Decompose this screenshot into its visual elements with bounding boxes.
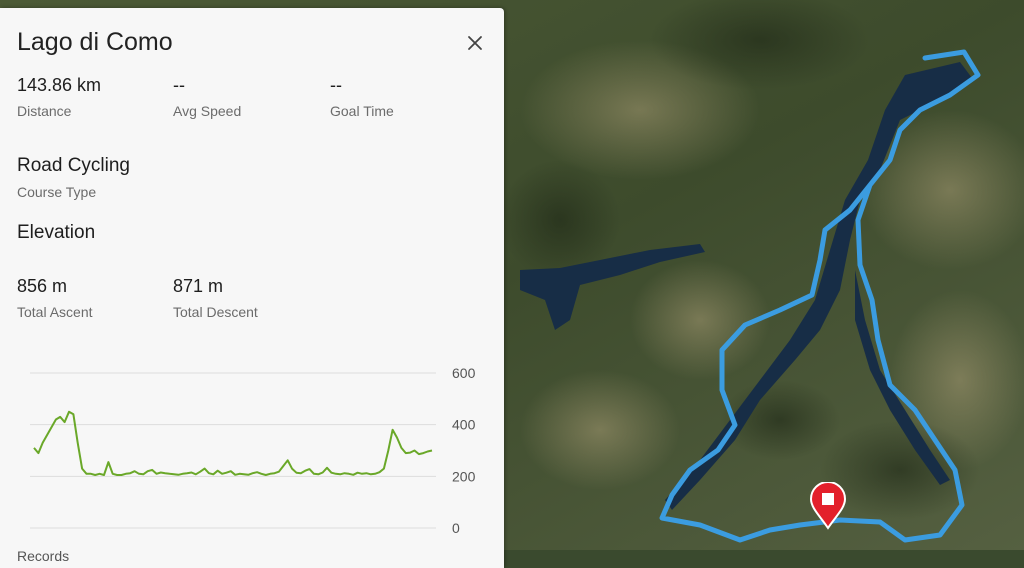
y-tick-label: 200 [452,468,476,484]
course-type-label: Course Type [17,184,97,200]
avg-speed-label: Avg Speed [173,103,242,119]
goal-time-value: -- [330,75,342,95]
goal-time-stat: -- Goal Time [330,75,394,119]
total-descent-label: Total Descent [173,304,258,320]
records-label: Records [17,548,70,564]
total-ascent-label: Total Ascent [17,304,93,320]
elevation-chart[interactable]: 600 400 200 0 [0,353,504,538]
course-detail-panel: Lago di Como 143.86 km Distance -- Avg S… [0,8,504,568]
total-ascent-value: 856 m [17,276,68,296]
elevation-series-line [33,410,433,476]
avg-speed-stat: -- Avg Speed [173,75,241,119]
distance-value: 143.86 km [17,75,102,95]
total-ascent-stat: 856 m Total Ascent [17,276,93,320]
course-title: Lago di Como [17,28,173,56]
distance-stat: 143.86 km Distance [17,75,101,119]
distance-label: Distance [17,103,72,119]
course-type-value: Road Cycling [17,155,130,176]
total-descent-stat: 871 m Total Descent [173,276,258,320]
route-end-marker-icon[interactable] [808,482,848,530]
avg-speed-value: -- [173,75,185,95]
total-descent-value: 871 m [173,276,224,296]
y-tick-label: 0 [452,520,460,536]
elevation-heading: Elevation [17,222,96,243]
close-icon[interactable] [464,32,486,54]
course-type-stat: Road Cycling Course Type [17,155,130,200]
goal-time-label: Goal Time [330,103,394,119]
y-tick-label: 600 [452,365,476,381]
y-tick-label: 400 [452,417,476,433]
